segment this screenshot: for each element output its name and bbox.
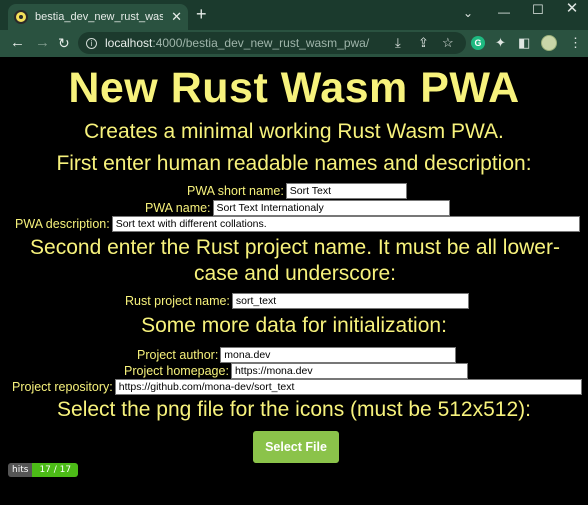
rust-project-name-label: Rust project name: [125,293,230,308]
section-heading-rust-project: Second enter the Rust project name. It m… [30,236,560,285]
forward-arrow-icon[interactable]: → [35,34,50,52]
project-homepage-input[interactable]: https://mona.dev [230,362,468,379]
section-heading-icons: Select the png file for the icons (must … [57,398,531,421]
field-row-project-repository: Project repository: https://github.com/m… [12,378,582,395]
url-host: localhost [105,36,153,50]
hits-value: 17 / 17 [32,463,79,477]
url-path: :4000/bestia_dev_new_rust_wasm_pwa/ [152,36,370,50]
side-panel-icon[interactable]: ◧ [518,35,530,51]
minimize-icon[interactable]: — [488,5,520,31]
project-repository-label: Project repository: [12,379,113,394]
browser-toolbar: ← → ↻ i localhost:4000/bestia_dev_new_ru… [0,30,588,57]
tab-strip: bestia_dev_new_rust_wasm_pwa ✕ + ⌄ — ☐ ✕ [0,0,588,30]
tab-close-icon[interactable]: ✕ [171,9,182,25]
page-title: New Rust Wasm PWA [68,64,520,112]
hits-label: hits [8,463,33,477]
extension-g-icon[interactable]: G [471,36,485,50]
pwa-name-label: PWA name: [145,200,211,215]
install-app-icon[interactable]: ⤓ [395,35,401,51]
reload-icon[interactable]: ↻ [58,34,70,52]
field-row-pwa-name: PWA name: Sort Text Internationaly [145,199,450,216]
page-subtitle: Creates a minimal working Rust Wasm PWA. [84,120,504,143]
field-row-pwa-description: PWA description: Sort text with differen… [15,215,580,232]
profile-avatar-icon[interactable] [541,35,557,51]
field-row-pwa-short-name: PWA short name: Sort Text [187,182,407,199]
share-icon[interactable]: ⇪ [418,35,429,51]
favicon-icon [14,10,28,24]
project-homepage-label: Project homepage: [124,363,229,378]
section-heading-init-data: Some more data for initialization: [141,314,447,337]
url-text: localhost:4000/bestia_dev_new_rust_wasm_… [105,36,369,50]
field-row-project-homepage: Project homepage: https://mona.dev [124,362,468,379]
field-row-rust-project-name: Rust project name: sort_text [125,292,469,309]
select-file-button[interactable]: Select File [253,431,339,463]
bookmark-star-icon[interactable]: ☆ [442,35,454,51]
field-row-project-author: Project author: mona.dev [137,346,457,363]
tab-search-icon[interactable]: ⌄ [452,6,484,32]
tab-title: bestia_dev_new_rust_wasm_pwa [35,11,163,23]
browser-tab[interactable]: bestia_dev_new_rust_wasm_pwa ✕ [8,4,188,30]
page-content: New Rust Wasm PWA Creates a minimal work… [0,57,588,505]
project-author-label: Project author: [137,347,219,362]
maximize-icon[interactable]: ☐ [522,3,554,29]
project-repository-input[interactable]: https://github.com/mona-dev/sort_text [114,378,582,395]
pwa-description-input[interactable]: Sort text with different collations. [111,215,580,232]
pwa-short-name-label: PWA short name: [187,183,284,198]
pwa-name-input[interactable]: Sort Text Internationaly [212,199,450,216]
address-bar[interactable]: i localhost:4000/bestia_dev_new_rust_was… [78,32,466,54]
back-arrow-icon[interactable]: ← [10,34,25,52]
window-close-icon[interactable]: ✕ [556,1,588,28]
project-author-input[interactable]: mona.dev [220,346,457,363]
pwa-short-name-input[interactable]: Sort Text [285,182,407,199]
menu-kebab-icon[interactable]: ⋮ [569,35,582,51]
new-tab-button[interactable]: + [196,4,207,24]
section-heading-names: First enter human readable names and des… [56,152,532,175]
puzzle-extensions-icon[interactable]: ✦ [495,35,506,51]
rust-project-name-input[interactable]: sort_text [231,292,469,309]
site-info-icon[interactable]: i [86,37,97,49]
pwa-description-label: PWA description: [15,216,110,231]
hits-counter-badge[interactable]: hits 17 / 17 [8,463,79,477]
